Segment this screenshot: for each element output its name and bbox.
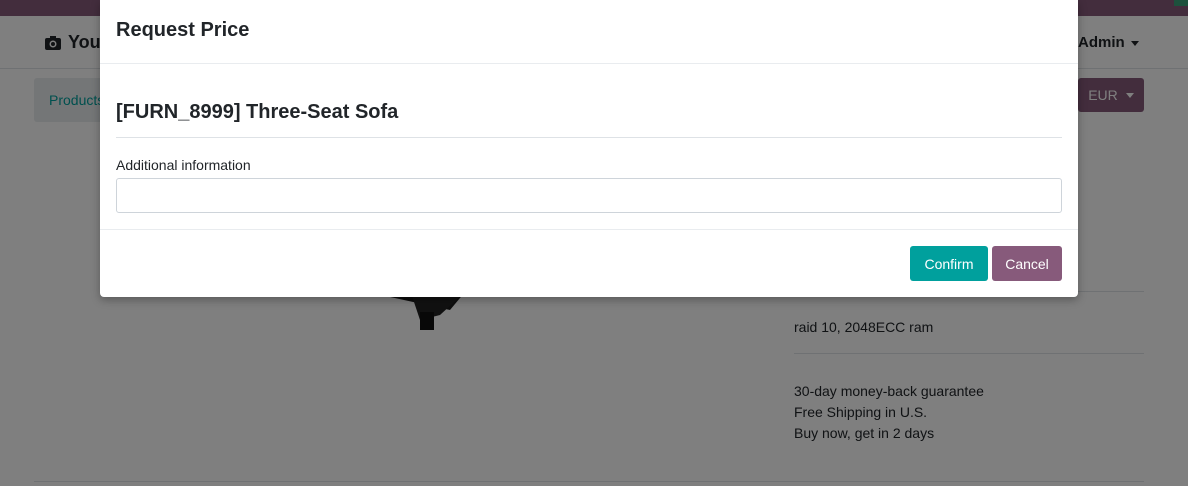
cancel-button[interactable]: Cancel — [992, 246, 1062, 281]
modal-footer: Confirm Cancel — [100, 230, 1078, 296]
modal-body: [FURN_8999] Three-Seat Sofa Additional i… — [100, 64, 1078, 230]
divider — [116, 137, 1062, 138]
modal-title: Request Price — [116, 19, 250, 41]
additional-info-label: Additional information — [116, 157, 251, 173]
additional-info-input[interactable] — [116, 178, 1062, 213]
product-name: [FURN_8999] Three-Seat Sofa — [116, 101, 399, 123]
modal-header: Request Price — [100, 0, 1078, 64]
confirm-button[interactable]: Confirm — [910, 246, 988, 281]
request-price-dialog: Request Price [FURN_8999] Three-Seat Sof… — [100, 0, 1078, 297]
